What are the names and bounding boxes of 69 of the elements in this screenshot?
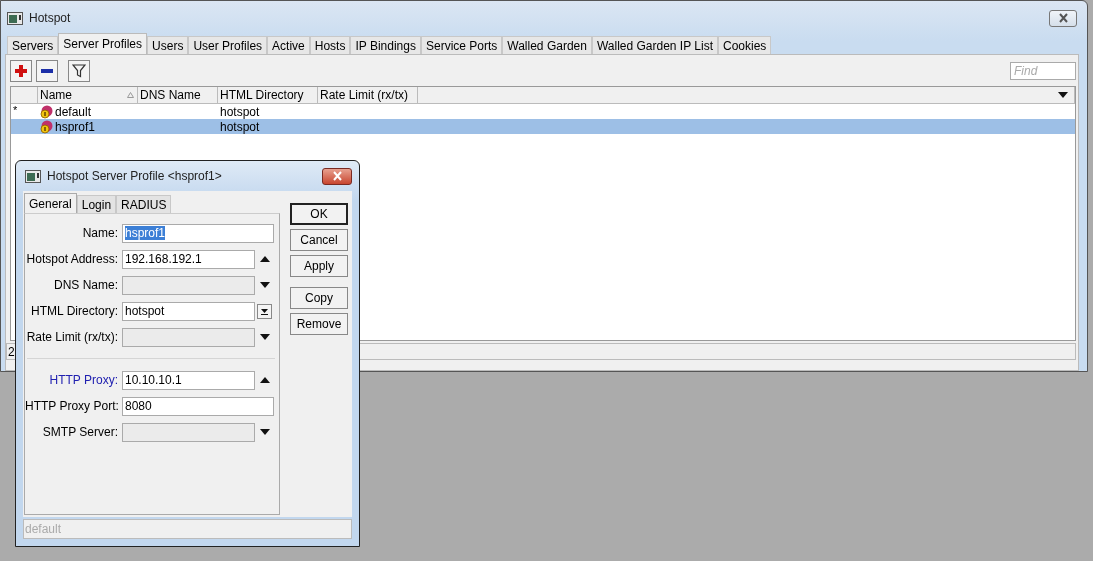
dropdown-icon[interactable]: [259, 334, 270, 340]
plus-icon: [14, 64, 28, 78]
input-field[interactable]: 192.168.192.1: [122, 249, 255, 269]
field-label: Name:: [81, 226, 119, 240]
dialog-button[interactable]: Remove: [290, 313, 348, 335]
table-cell: default: [55, 104, 92, 119]
tab[interactable]: Server Profiles: [58, 33, 148, 54]
close-icon: [1056, 13, 1070, 23]
tab[interactable]: Walled Garden: [502, 36, 592, 54]
tab[interactable]: Cookies: [717, 36, 772, 54]
tab[interactable]: Service Ports: [420, 36, 503, 54]
column-header[interactable]: Name: [38, 87, 138, 103]
remove-button[interactable]: [36, 60, 58, 82]
field-label: HTML Directory:: [30, 304, 119, 318]
tab[interactable]: Hosts: [309, 36, 351, 54]
input-field[interactable]: hsprof1: [122, 223, 274, 243]
dialog-button[interactable]: Copy: [290, 287, 348, 309]
close-icon: [330, 171, 344, 181]
tab[interactable]: Users: [147, 36, 189, 54]
tab[interactable]: Servers: [7, 36, 59, 54]
status-field: default: [23, 519, 352, 539]
tab[interactable]: User Profiles: [188, 36, 268, 54]
field-label: HTTP Proxy:: [48, 373, 119, 387]
table-cell: hsprof1: [55, 119, 96, 134]
column-header[interactable]: DNS Name: [138, 87, 218, 103]
dropdown-icon[interactable]: [257, 303, 272, 319]
tab[interactable]: Walled Garden IP List: [591, 36, 718, 54]
window-icon: [25, 169, 41, 183]
minus-icon: [40, 68, 54, 74]
table-row[interactable]: * default hotspot: [11, 104, 1075, 119]
up-arrow-icon[interactable]: [259, 377, 270, 383]
dropdown-icon[interactable]: [259, 282, 270, 288]
find-field[interactable]: Find: [1010, 62, 1076, 80]
field-label: Rate Limit (rx/tx):: [25, 330, 119, 344]
filter-button[interactable]: [68, 60, 90, 82]
window-icon: [7, 11, 23, 25]
input-field[interactable]: 10.10.10.1: [122, 370, 255, 390]
dropdown-icon[interactable]: [259, 429, 270, 435]
up-arrow-icon[interactable]: [259, 256, 270, 262]
close-button[interactable]: [1049, 9, 1077, 27]
add-button[interactable]: [10, 60, 32, 82]
field-label: Hotspot Address:: [25, 252, 119, 266]
dialog-button[interactable]: Apply: [290, 255, 348, 277]
profile-icon: [40, 104, 54, 119]
filter-icon: [72, 64, 86, 78]
window-title: Hotspot: [29, 11, 71, 25]
tab[interactable]: RADIUS: [116, 195, 172, 213]
column-header[interactable]: Rate Limit (rx/tx): [318, 87, 418, 103]
item-count: 2: [8, 344, 15, 359]
field-label: DNS Name:: [53, 278, 119, 292]
row-marker: *: [13, 104, 18, 116]
profile-icon: [40, 119, 54, 134]
dialog-title: Hotspot Server Profile <hsprof1>: [47, 169, 222, 183]
tab[interactable]: IP Bindings: [350, 36, 421, 54]
tab[interactable]: Active: [267, 36, 310, 54]
input-field[interactable]: 8080: [122, 396, 274, 416]
tab[interactable]: General: [24, 193, 77, 213]
table-cell: hotspot: [220, 104, 260, 119]
field-label: HTTP Proxy Port:: [25, 399, 120, 413]
table-cell: hotspot: [220, 119, 260, 134]
tab[interactable]: Login: [76, 195, 117, 213]
field-label: SMTP Server:: [41, 425, 119, 439]
close-button[interactable]: [322, 167, 352, 185]
dropdown-icon: [1058, 92, 1068, 98]
column-header[interactable]: HTML Directory: [218, 87, 318, 103]
input-field[interactable]: hotspot: [122, 301, 255, 321]
dialog-button[interactable]: OK: [290, 203, 348, 225]
dialog-button[interactable]: Cancel: [290, 229, 348, 251]
table-row[interactable]: hsprof1 hotspot: [11, 119, 1075, 134]
